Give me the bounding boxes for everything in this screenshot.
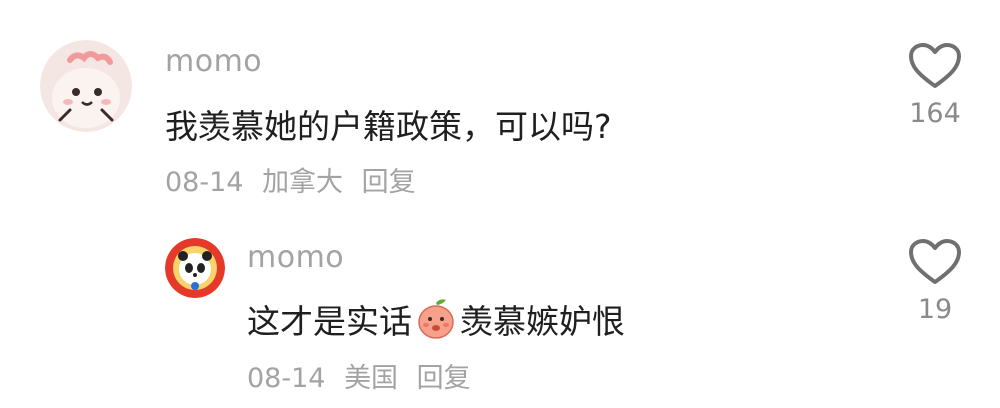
heart-icon bbox=[909, 239, 961, 284]
reply-comment-item: momo 这才是实话 羡慕嫉妒恨 08-14 美国 回复 19 bbox=[0, 210, 1000, 408]
reply-button[interactable]: 回复 bbox=[362, 167, 416, 198]
comment-meta: 08-14 加拿大 回复 bbox=[165, 160, 426, 199]
reply-button[interactable]: 回复 bbox=[417, 363, 471, 394]
avatar[interactable] bbox=[40, 40, 132, 132]
like-button[interactable]: 164 bbox=[905, 42, 965, 129]
comment-location: 美国 bbox=[344, 363, 399, 394]
like-button[interactable]: 19 bbox=[905, 238, 965, 325]
like-count: 164 bbox=[909, 98, 961, 129]
avatar[interactable] bbox=[165, 238, 225, 298]
comment-text: 我羡慕她的户籍政策，可以吗? bbox=[165, 107, 612, 146]
comment-text-part: 这才是实话 bbox=[247, 302, 412, 341]
like-count: 19 bbox=[917, 294, 953, 325]
comment-text-part: 羡慕嫉妒恨 bbox=[460, 302, 625, 341]
avatar-image bbox=[165, 238, 225, 298]
comment-item: momo 我羡慕她的户籍政策，可以吗? 08-14 加拿大 回复 164 bbox=[0, 0, 1000, 210]
comment-username[interactable]: momo bbox=[165, 44, 262, 79]
comment-location: 加拿大 bbox=[262, 167, 344, 198]
comment-date: 08-14 bbox=[247, 363, 326, 394]
avatar-image bbox=[40, 40, 132, 132]
comment-username[interactable]: momo bbox=[247, 240, 344, 275]
heart-icon bbox=[909, 43, 961, 88]
comment-meta: 08-14 美国 回复 bbox=[247, 356, 481, 395]
comment-text: 这才是实话 羡慕嫉妒恨 bbox=[247, 295, 625, 343]
peach-emoji-icon bbox=[418, 299, 454, 339]
comment-date: 08-14 bbox=[165, 167, 244, 198]
